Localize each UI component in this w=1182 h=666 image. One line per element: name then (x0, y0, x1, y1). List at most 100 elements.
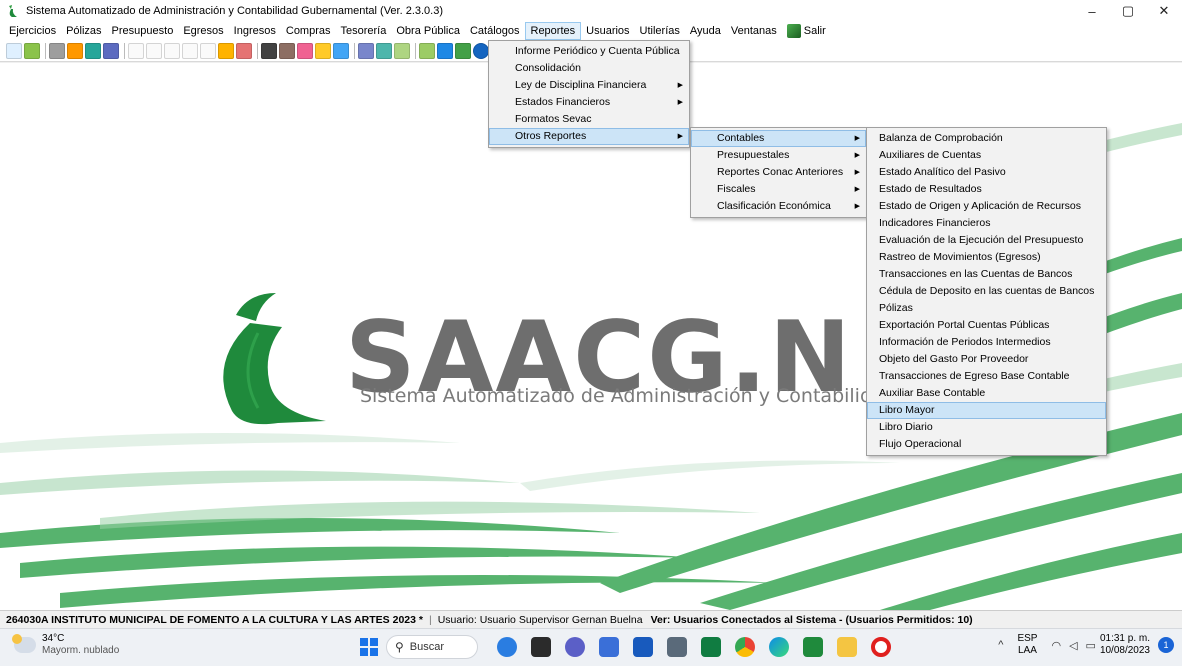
chrome-icon[interactable] (735, 637, 755, 657)
calculator-icon[interactable] (261, 42, 277, 59)
menu-item-libro-diario[interactable]: Libro Diario (867, 419, 1106, 436)
report-icon[interactable] (455, 42, 471, 59)
refresh-icon[interactable] (6, 42, 22, 59)
task-view-icon[interactable] (531, 637, 551, 657)
menu-item-auxiliar-base[interactable]: Auxiliar Base Contable (867, 385, 1106, 402)
menu-item-label: Contables (717, 132, 765, 144)
users-icon[interactable] (297, 42, 313, 59)
menu-usuarios[interactable]: Usuarios (581, 22, 634, 40)
e-doc-icon[interactable] (164, 42, 180, 59)
menu-item-rastreo-movimientos[interactable]: Rastreo de Movimientos (Egresos) (867, 249, 1106, 266)
menu-item-indicadores-financieros[interactable]: Indicadores Financieros (867, 215, 1106, 232)
menu-item-libro-mayor[interactable]: Libro Mayor (867, 402, 1106, 419)
shield-icon[interactable] (437, 42, 453, 59)
menu-obra-publica[interactable]: Obra Pública (391, 22, 465, 40)
menu-ventanas[interactable]: Ventanas (726, 22, 782, 40)
menu-item-flujo-operacional[interactable]: Flujo Operacional (867, 436, 1106, 453)
help-icon[interactable] (473, 42, 489, 59)
menu-item-objeto-gasto[interactable]: Objeto del Gasto Por Proveedor (867, 351, 1106, 368)
map-icon[interactable] (394, 42, 410, 59)
blank-doc-icon[interactable] (200, 42, 216, 59)
menu-presupuesto[interactable]: Presupuesto (107, 22, 179, 40)
edit-icon[interactable] (85, 42, 101, 59)
menu-utilerias[interactable]: Utilerías (635, 22, 685, 40)
document-icon[interactable] (24, 42, 40, 59)
menu-item-formatos-sevac[interactable]: Formatos Sevac (489, 111, 689, 128)
menu-item-ley-disciplina[interactable]: Ley de Disciplina Financiera ▶ (489, 77, 689, 94)
menu-item-estados-financieros[interactable]: Estados Financieros ▶ (489, 94, 689, 111)
menu-egresos[interactable]: Egresos (178, 22, 228, 40)
minimize-button[interactable]: – (1074, 0, 1110, 22)
menu-item-clasificacion-economica[interactable]: Clasificación Económica ▶ (691, 198, 866, 215)
menu-ayuda[interactable]: Ayuda (685, 22, 726, 40)
calculator-app-icon[interactable] (667, 637, 687, 657)
logo-subtitle: Sistema Automatizado de Administración y… (360, 385, 896, 407)
word-icon[interactable] (633, 637, 653, 657)
menu-reportes[interactable]: Reportes (524, 22, 582, 40)
wifi-icon[interactable]: ◠ (1051, 639, 1061, 652)
chart-icon[interactable] (218, 42, 234, 59)
menu-ingresos[interactable]: Ingresos (229, 22, 281, 40)
c-doc-icon[interactable] (128, 42, 144, 59)
bing-icon[interactable] (497, 637, 517, 657)
menu-item-exportacion-portal[interactable]: Exportación Portal Cuentas Públicas (867, 317, 1106, 334)
weather-widget[interactable]: 34°C Mayorm. nublado (12, 633, 119, 657)
menu-item-otros-reportes[interactable]: Otros Reportes ▶ (489, 128, 689, 145)
menu-item-periodos-intermedios[interactable]: Información de Periodos Intermedios (867, 334, 1106, 351)
menu-item-estado-resultados[interactable]: Estado de Resultados (867, 181, 1106, 198)
globe-icon[interactable] (333, 42, 349, 59)
menu-item-contables[interactable]: Contables ▶ (691, 130, 866, 147)
file-explorer-icon[interactable] (837, 637, 857, 657)
language-indicator[interactable]: ESP LAA (1017, 633, 1037, 657)
menu-item-label: Fiscales (717, 183, 756, 195)
tree-icon[interactable] (419, 42, 435, 59)
maximize-button[interactable]: ▢ (1110, 0, 1146, 22)
windows-start-icon[interactable] (360, 638, 378, 656)
menu-item-fiscales[interactable]: Fiscales ▶ (691, 181, 866, 198)
menu-item-informe-periodico[interactable]: Informe Periódico y Cuenta Pública (489, 43, 689, 60)
menu-item-analitico-pasivo[interactable]: Estado Analítico del Pasivo (867, 164, 1106, 181)
menu-catalogos[interactable]: Catálogos (465, 22, 525, 40)
notification-badge[interactable]: 1 (1158, 637, 1174, 653)
menu-item-balanza-comprobacion[interactable]: Balanza de Comprobación (867, 130, 1106, 147)
gear-icon[interactable] (236, 42, 252, 59)
menu-salir[interactable]: Salir (782, 22, 831, 40)
menu-item-conac-anteriores[interactable]: Reportes Conac Anteriores ▶ (691, 164, 866, 181)
connected-users-link[interactable]: Ver: Usuarios Conectados al Sistema - (U… (651, 614, 973, 626)
menu-item-origen-aplicacion[interactable]: Estado de Origen y Aplicación de Recurso… (867, 198, 1106, 215)
menu-item-presupuestales[interactable]: Presupuestales ▶ (691, 147, 866, 164)
menu-item-consolidacion[interactable]: Consolidación (489, 60, 689, 77)
clock[interactable]: 01:31 p. m. 10/08/2023 (1100, 633, 1150, 657)
menu-item-transacciones-bancos[interactable]: Transacciones en las Cuentas de Bancos (867, 266, 1106, 283)
wallet-icon[interactable] (279, 42, 295, 59)
list-icon[interactable] (358, 42, 374, 59)
box-icon[interactable] (315, 42, 331, 59)
close-button[interactable]: ✕ (1146, 0, 1182, 22)
menu-item-transacciones-egreso[interactable]: Transacciones de Egreso Base Contable (867, 368, 1106, 385)
chevron-up-icon[interactable]: ^ (998, 639, 1003, 651)
photos-icon[interactable] (599, 637, 619, 657)
menu-tesoreria[interactable]: Tesorería (336, 22, 392, 40)
d-doc-icon[interactable] (146, 42, 162, 59)
taskbar-search[interactable]: ⚲ Buscar (386, 635, 478, 659)
menu-item-polizas[interactable]: Pólizas (867, 300, 1106, 317)
f-doc-icon[interactable] (182, 42, 198, 59)
opera-icon[interactable] (871, 637, 891, 657)
excel-icon[interactable] (701, 637, 721, 657)
volume-icon[interactable]: ◁ (1069, 639, 1077, 652)
chat-icon[interactable] (565, 637, 585, 657)
edge-icon[interactable] (769, 637, 789, 657)
menu-ejercicios[interactable]: Ejercicios (4, 22, 61, 40)
print-icon[interactable] (49, 42, 65, 59)
menu-item-evaluacion-presupuesto[interactable]: Evaluación de la Ejecución del Presupues… (867, 232, 1106, 249)
menu-compras[interactable]: Compras (281, 22, 336, 40)
menu-item-auxiliares-cuentas[interactable]: Auxiliares de Cuentas (867, 147, 1106, 164)
transfer-icon[interactable] (67, 42, 83, 59)
saacg-app-icon[interactable] (803, 637, 823, 657)
menu-polizas[interactable]: Pólizas (61, 22, 106, 40)
menu-item-cedula-deposito[interactable]: Cédula de Deposito en las cuentas de Ban… (867, 283, 1106, 300)
taskbar: 34°C Mayorm. nublado ⚲ Buscar ^ ESP LAA (0, 628, 1182, 666)
grid-icon[interactable] (103, 42, 119, 59)
tools-icon[interactable] (376, 42, 392, 59)
battery-icon[interactable]: ▭ (1086, 639, 1096, 652)
